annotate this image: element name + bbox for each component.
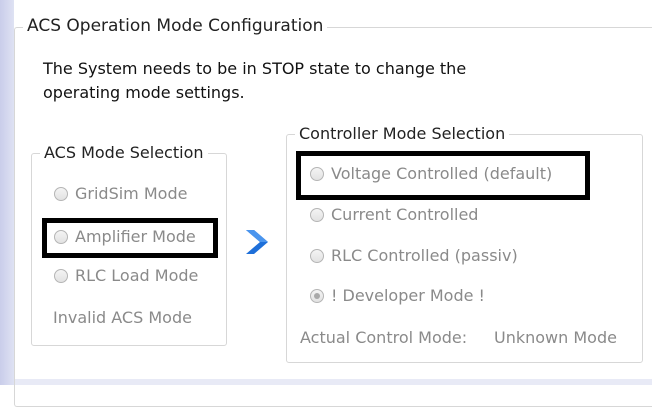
radio-current-controlled-label: Current Controlled (331, 205, 479, 224)
controller-mode-selection-title: Controller Mode Selection (295, 124, 510, 143)
radio-button-checked-icon[interactable] (310, 288, 324, 303)
actual-control-mode-value: Unknown Mode (494, 328, 617, 347)
acs-mode-selection-title: ACS Mode Selection (40, 143, 208, 162)
stop-state-notice-line1: The System needs to be in STOP state to … (43, 59, 467, 78)
radio-rlc-controlled-label: RLC Controlled (passiv) (331, 246, 518, 265)
radio-developer-mode-label: ! Developer Mode ! (331, 286, 485, 305)
radio-gridsim-mode[interactable]: GridSim Mode (54, 184, 187, 203)
stop-state-notice: The System needs to be in STOP state to … (43, 57, 523, 105)
amplifier-mode-highlight (42, 218, 218, 258)
radio-current-controlled[interactable]: Current Controlled (310, 205, 478, 224)
radio-button-icon[interactable] (310, 207, 324, 222)
acs-mode-status: Invalid ACS Mode (53, 308, 192, 327)
radio-rlc-load-mode-label: RLC Load Mode (75, 266, 199, 285)
chevron-right-icon (246, 230, 268, 254)
radio-button-icon[interactable] (54, 268, 68, 283)
radio-button-icon[interactable] (54, 186, 68, 201)
radio-gridsim-mode-label: GridSim Mode (75, 184, 188, 203)
radio-button-icon[interactable] (310, 248, 324, 263)
stop-state-notice-line2: operating mode settings. (43, 83, 245, 102)
radio-rlc-controlled[interactable]: RLC Controlled (passiv) (310, 246, 518, 265)
actual-control-mode-label: Actual Control Mode: (300, 328, 468, 347)
radio-developer-mode[interactable]: ! Developer Mode ! (310, 286, 485, 305)
acs-operation-mode-title: ACS Operation Mode Configuration (23, 16, 328, 36)
window-left-edge (0, 0, 14, 385)
voltage-controlled-highlight (296, 151, 590, 200)
radio-rlc-load-mode[interactable]: RLC Load Mode (54, 266, 198, 285)
